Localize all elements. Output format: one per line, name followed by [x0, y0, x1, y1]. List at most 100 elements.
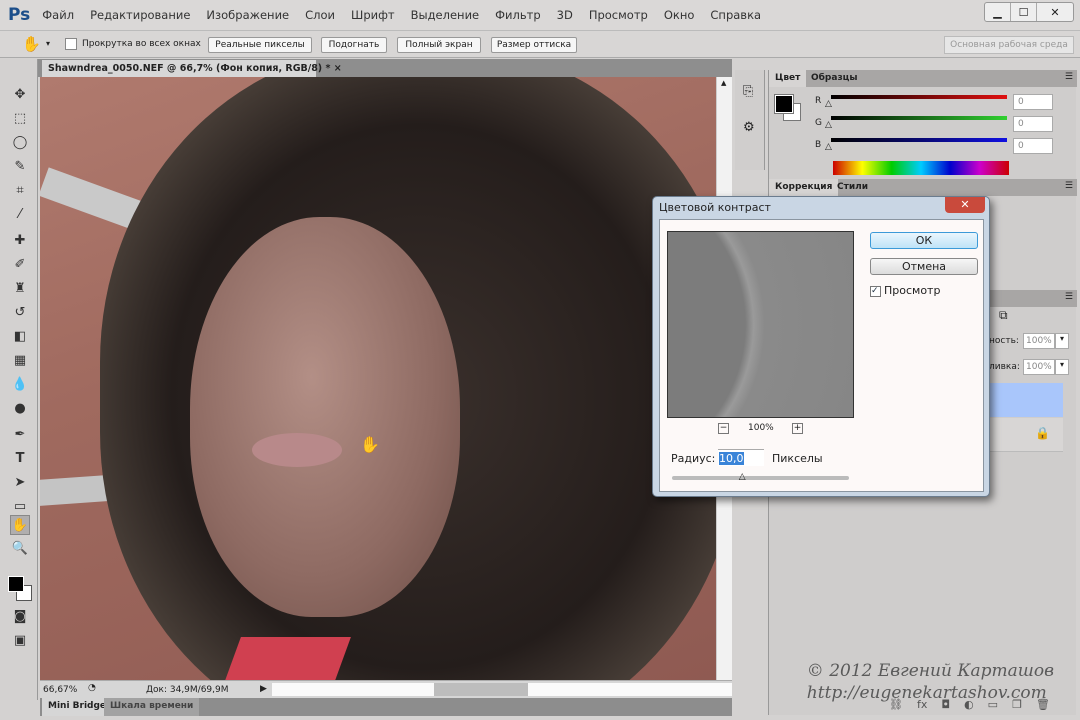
quick-select-tool-icon[interactable]: ✎: [10, 157, 30, 177]
crop-tool-icon[interactable]: ⌗: [10, 181, 30, 201]
radius-slider[interactable]: [672, 476, 849, 480]
preview-image[interactable]: [667, 231, 854, 418]
r-value-input[interactable]: 0: [1013, 94, 1053, 110]
window-controls: ▁ ☐ ✕: [984, 2, 1074, 22]
document-tab[interactable]: Shawndrea_0050.NEF @ 66,7% (Фон копия, R…: [42, 60, 342, 77]
dialog-close-button[interactable]: ✕: [945, 197, 985, 213]
r-slider-thumb[interactable]: △: [825, 99, 832, 109]
zoom-level[interactable]: 66,67%: [43, 685, 77, 695]
layer-filter-icon[interactable]: ⧉: [999, 308, 1008, 323]
tool-preset-dropdown[interactable]: ▾: [46, 39, 50, 48]
fit-screen-button[interactable]: Подогнать: [321, 37, 387, 53]
preview-zoom-level: 100%: [748, 423, 774, 433]
menu-edit[interactable]: Редактирование: [90, 8, 190, 22]
color-spectrum-bar[interactable]: [833, 161, 1009, 175]
menu-help[interactable]: Справка: [710, 8, 761, 22]
hand-tool-icon[interactable]: ✋: [10, 515, 30, 535]
brush-tool-icon[interactable]: ✐: [10, 255, 30, 275]
screen-mode-icon[interactable]: ▣: [10, 631, 30, 651]
g-slider-thumb[interactable]: △: [825, 120, 832, 130]
dodge-tool-icon[interactable]: ●: [10, 399, 30, 419]
marquee-tool-icon[interactable]: ⬚: [10, 109, 30, 129]
history-panel-icon[interactable]: ⎘: [743, 84, 753, 99]
maximize-button[interactable]: ☐: [1011, 3, 1037, 21]
hand-cursor-icon: ✋: [360, 435, 380, 454]
photoshop-logo: Ps: [8, 5, 31, 25]
horizontal-scroll-thumb[interactable]: [434, 683, 528, 696]
print-size-button[interactable]: Размер оттиска: [491, 37, 577, 53]
zoom-tool-icon[interactable]: 🔍: [10, 539, 30, 559]
move-tool-icon[interactable]: ✥: [10, 85, 30, 105]
g-value-input[interactable]: 0: [1013, 116, 1053, 132]
path-select-tool-icon[interactable]: ➤: [10, 473, 30, 493]
fill-dropdown-icon[interactable]: ▾: [1055, 359, 1069, 375]
zoom-out-button[interactable]: −: [718, 423, 729, 434]
close-document-icon[interactable]: ×: [334, 63, 342, 74]
cancel-button[interactable]: Отмена: [870, 258, 978, 275]
tab-mini-bridge[interactable]: Mini Bridge: [42, 698, 113, 716]
blur-tool-icon[interactable]: 💧: [10, 375, 30, 395]
shape-tool-icon[interactable]: ▭: [10, 497, 30, 517]
opacity-input[interactable]: 100%: [1023, 333, 1055, 349]
menu-layer[interactable]: Слои: [305, 8, 335, 22]
opacity-dropdown-icon[interactable]: ▾: [1055, 333, 1069, 349]
workspace-switcher[interactable]: Основная рабочая среда: [944, 36, 1074, 54]
b-slider-thumb[interactable]: △: [825, 142, 832, 152]
history-brush-tool-icon[interactable]: ↺: [10, 303, 30, 323]
type-tool-icon[interactable]: T: [10, 449, 30, 469]
quick-mask-icon[interactable]: ◙: [10, 607, 30, 627]
healing-brush-tool-icon[interactable]: ✚: [10, 231, 30, 251]
tab-color[interactable]: Цвет: [769, 70, 807, 87]
minimize-button[interactable]: ▁: [985, 3, 1011, 21]
tab-timeline[interactable]: Шкала времени: [104, 698, 200, 716]
zoom-in-button[interactable]: +: [792, 423, 803, 434]
r-slider[interactable]: [831, 95, 1007, 99]
menu-3d[interactable]: 3D: [557, 8, 573, 22]
foreground-color-swatch[interactable]: [8, 576, 24, 592]
status-info-icon[interactable]: ◔: [88, 683, 96, 693]
eraser-tool-icon[interactable]: ◧: [10, 327, 30, 347]
preview-checkbox[interactable]: ✓: [870, 286, 881, 297]
actual-pixels-button[interactable]: Реальные пикселы: [208, 37, 312, 53]
panel-menu-icon[interactable]: ☰: [1065, 181, 1073, 191]
b-value-input[interactable]: 0: [1013, 138, 1053, 154]
lock-icon: 🔒: [1035, 426, 1050, 440]
eyedropper-tool-icon[interactable]: ⁄: [10, 205, 30, 225]
properties-panel-icon[interactable]: ⚙: [743, 120, 755, 135]
scroll-up-arrow-icon[interactable]: ▲: [721, 79, 726, 87]
pen-tool-icon[interactable]: ✒: [10, 425, 30, 445]
tab-adjustments[interactable]: Коррекция: [769, 179, 839, 196]
stamp-tool-icon[interactable]: ♜: [10, 279, 30, 299]
full-screen-button[interactable]: Полный экран: [397, 37, 481, 53]
tab-styles[interactable]: Стили: [831, 179, 874, 196]
radius-input[interactable]: 10,0: [718, 449, 764, 466]
lips: [252, 433, 342, 467]
ok-button[interactable]: ОК: [870, 232, 978, 249]
g-slider[interactable]: [831, 116, 1007, 120]
lasso-tool-icon[interactable]: ◯: [10, 133, 30, 153]
panel-dock: ⎘ ⚙: [735, 70, 765, 170]
status-bar: 66,67% ◔ Док: 34,9M/69,9M ▶: [40, 680, 732, 698]
menu-file[interactable]: Файл: [42, 8, 74, 22]
menu-select[interactable]: Выделение: [411, 8, 480, 22]
tab-swatches[interactable]: Образцы: [805, 70, 864, 87]
close-button[interactable]: ✕: [1037, 3, 1073, 21]
menu-type[interactable]: Шрифт: [351, 8, 395, 22]
status-menu-arrow-icon[interactable]: ▶: [260, 684, 267, 694]
hand-tool-icon[interactable]: ✋: [22, 35, 41, 53]
panel-menu-icon[interactable]: ☰: [1065, 292, 1073, 302]
fill-input[interactable]: 100%: [1023, 359, 1055, 375]
menu-image[interactable]: Изображение: [206, 8, 289, 22]
b-slider[interactable]: [831, 138, 1007, 142]
panel-menu-icon[interactable]: ☰: [1065, 72, 1073, 82]
scroll-all-checkbox[interactable]: [65, 38, 77, 50]
document-canvas[interactable]: ✋: [40, 77, 716, 680]
menu-view[interactable]: Просмотр: [589, 8, 648, 22]
radius-slider-thumb[interactable]: △: [739, 472, 746, 482]
menu-filter[interactable]: Фильтр: [495, 8, 541, 22]
gradient-tool-icon[interactable]: ▦: [10, 351, 30, 371]
foreground-color-swatch[interactable]: [774, 94, 794, 114]
horizontal-scrollbar[interactable]: [272, 683, 732, 696]
channel-label: B: [815, 140, 822, 150]
menu-window[interactable]: Окно: [664, 8, 695, 22]
